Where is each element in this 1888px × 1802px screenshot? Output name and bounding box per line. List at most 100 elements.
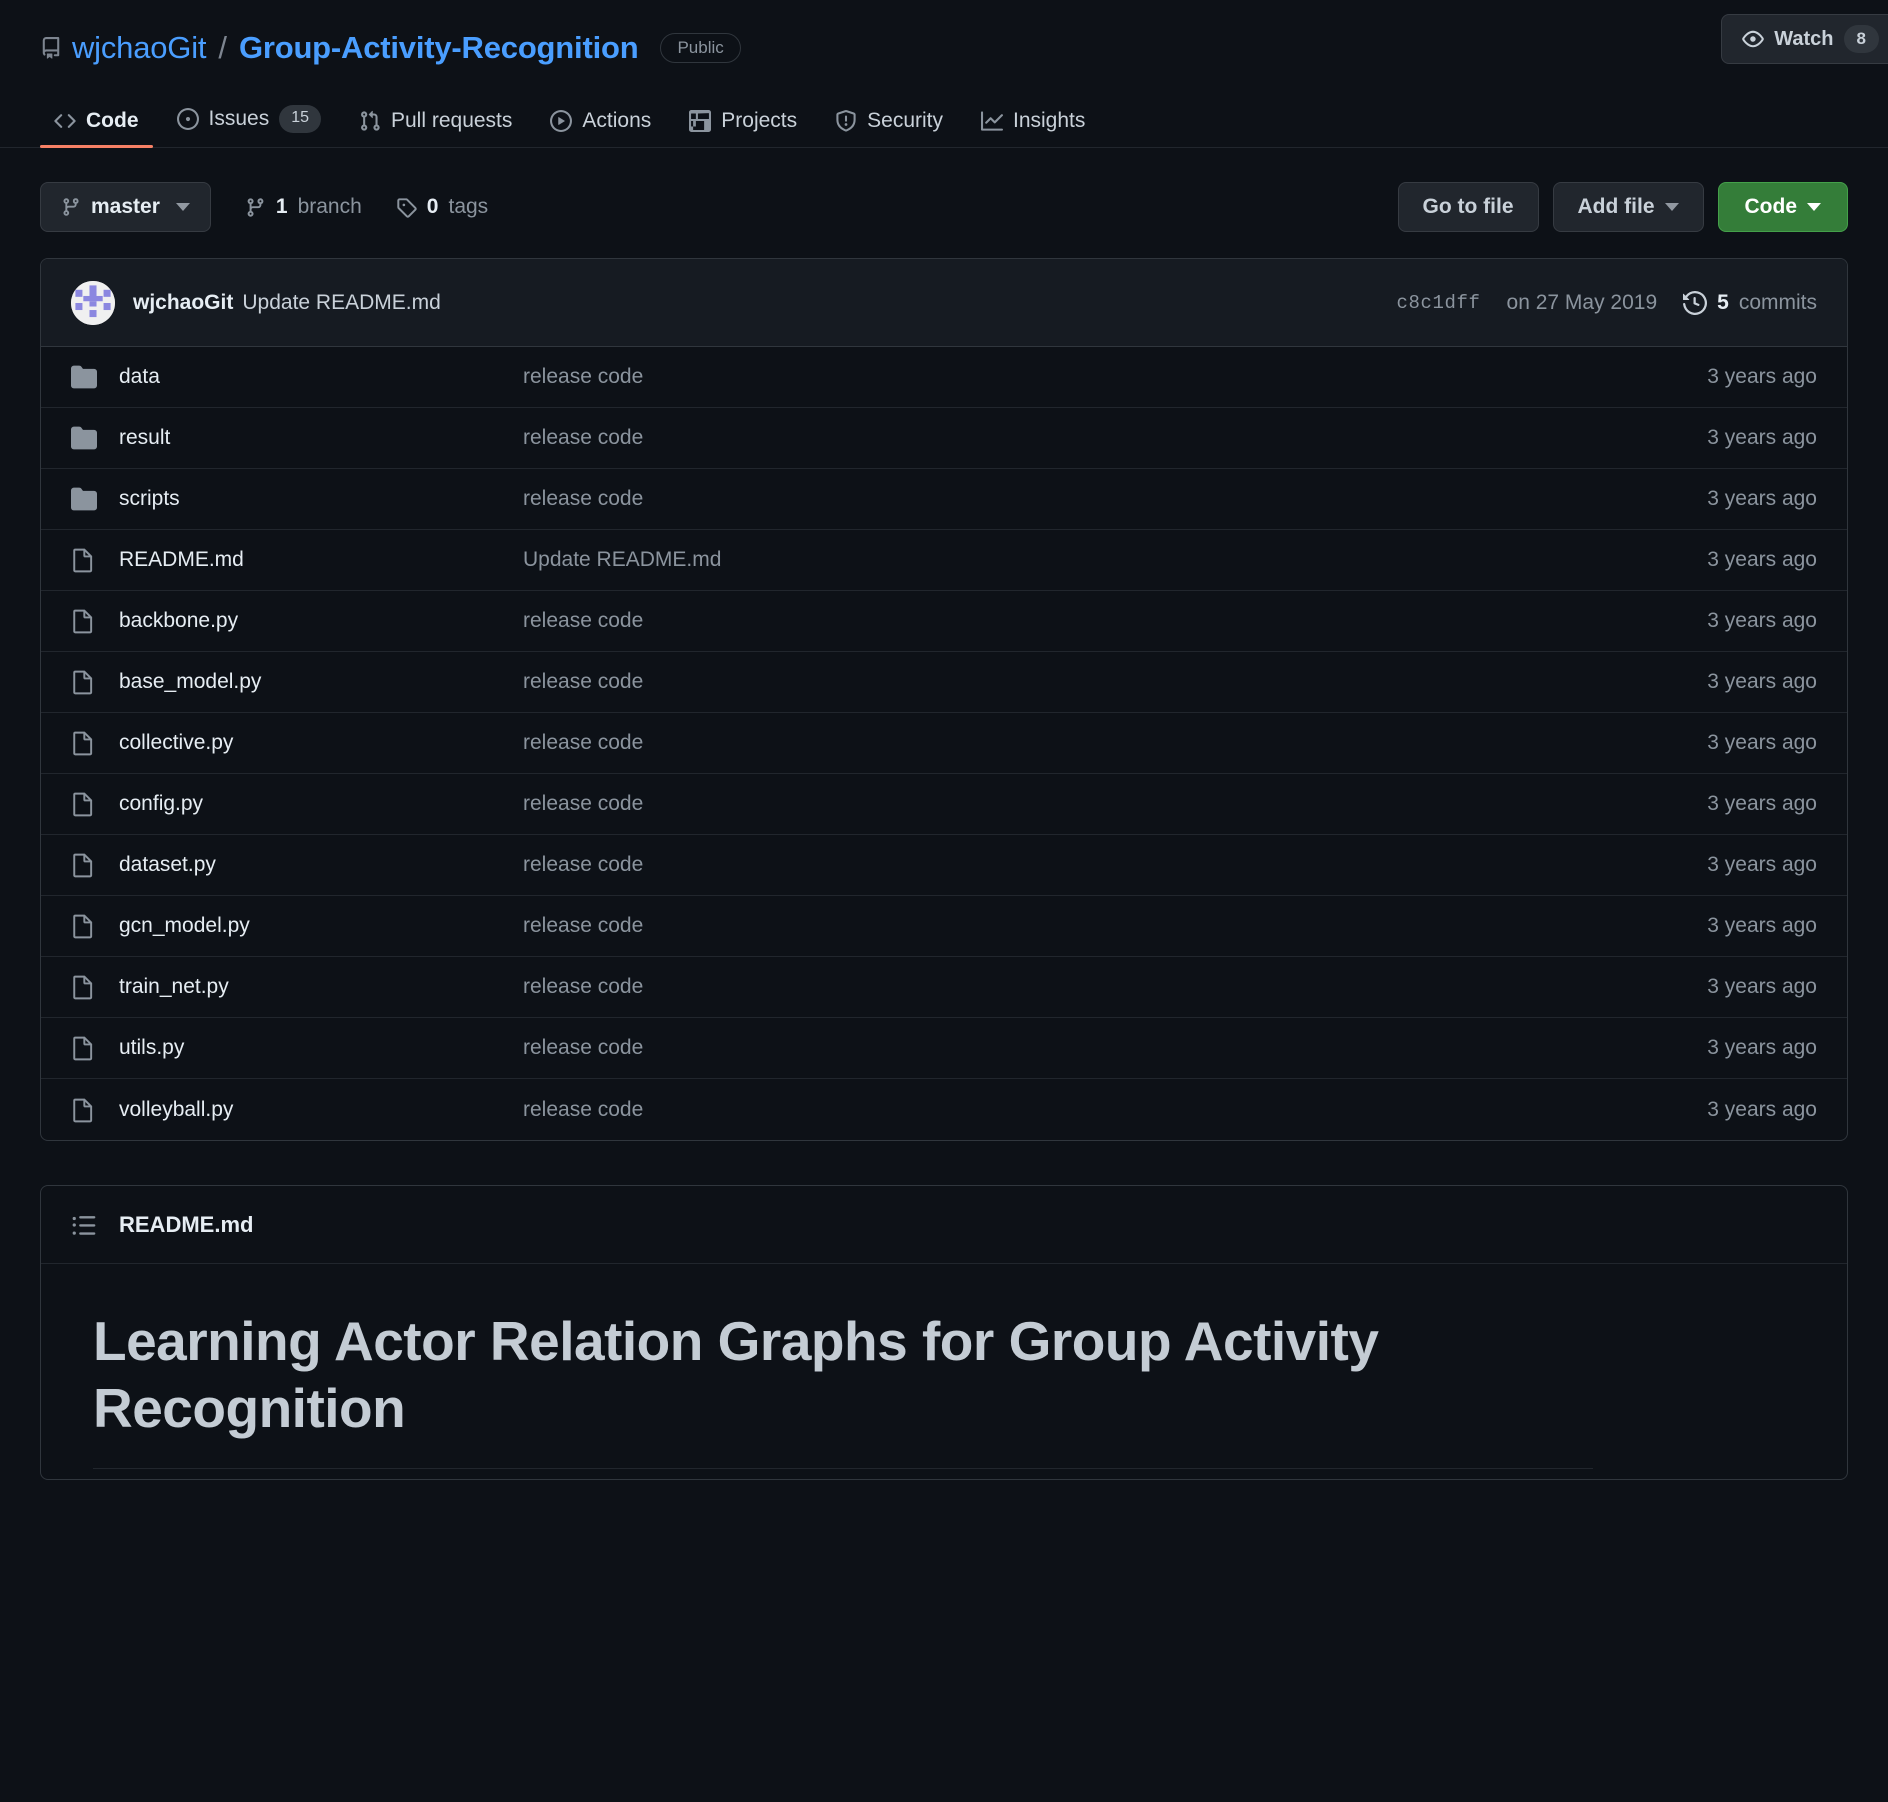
tab-pull-requests[interactable]: Pull requests bbox=[345, 109, 526, 147]
table-row[interactable]: scriptsrelease code3 years ago bbox=[41, 469, 1847, 530]
commit-author[interactable]: wjchaoGit bbox=[133, 291, 233, 315]
tags-label: tags bbox=[448, 195, 488, 219]
commit-message[interactable]: Update README.md bbox=[242, 291, 440, 315]
watch-count: 8 bbox=[1844, 25, 1879, 53]
branches-link[interactable]: 1 branch bbox=[245, 195, 362, 219]
repo-breadcrumb: wjchaoGit / Group-Activity-Recognition P… bbox=[0, 24, 1888, 72]
commit-meta: c8c1dff on 27 May 2019 5 commits bbox=[1397, 291, 1817, 315]
file-commit-message[interactable]: release code bbox=[523, 731, 1707, 755]
file-name-link[interactable]: config.py bbox=[119, 792, 523, 816]
file-commit-message[interactable]: release code bbox=[523, 853, 1707, 877]
file-commit-message[interactable]: release code bbox=[523, 792, 1707, 816]
file-listing-box: wjchaoGit Update README.md c8c1dff on 27… bbox=[40, 258, 1848, 1141]
file-commit-age: 3 years ago bbox=[1707, 792, 1817, 816]
breadcrumb-separator: / bbox=[218, 30, 227, 66]
tab-insights[interactable]: Insights bbox=[967, 109, 1099, 147]
file-icon bbox=[71, 974, 97, 1000]
file-commit-message[interactable]: release code bbox=[523, 1036, 1707, 1060]
watch-label: Watch bbox=[1774, 28, 1833, 51]
tab-code[interactable]: Code bbox=[40, 109, 153, 147]
file-commit-message[interactable]: release code bbox=[523, 426, 1707, 450]
file-name-link[interactable]: dataset.py bbox=[119, 853, 523, 877]
tab-actions-label: Actions bbox=[582, 109, 651, 133]
file-name-link[interactable]: gcn_model.py bbox=[119, 914, 523, 938]
watch-button-wrap: Watch 8 bbox=[1721, 14, 1888, 64]
file-commit-message[interactable]: release code bbox=[523, 609, 1707, 633]
file-commit-message[interactable]: release code bbox=[523, 365, 1707, 389]
tags-link[interactable]: 0 tags bbox=[396, 195, 488, 219]
file-commit-message[interactable]: release code bbox=[523, 487, 1707, 511]
table-row[interactable]: config.pyrelease code3 years ago bbox=[41, 774, 1847, 835]
tab-security[interactable]: Security bbox=[821, 109, 957, 147]
play-icon bbox=[550, 110, 572, 132]
table-row[interactable]: backbone.pyrelease code3 years ago bbox=[41, 591, 1847, 652]
branches-count: 1 bbox=[276, 195, 288, 219]
file-commit-age: 3 years ago bbox=[1707, 1098, 1817, 1122]
table-row[interactable]: resultrelease code3 years ago bbox=[41, 408, 1847, 469]
file-commit-message[interactable]: release code bbox=[523, 670, 1707, 694]
file-commit-age: 3 years ago bbox=[1707, 670, 1817, 694]
watch-button[interactable]: Watch 8 bbox=[1721, 14, 1888, 64]
file-name-link[interactable]: data bbox=[119, 365, 523, 389]
file-commit-message[interactable]: release code bbox=[523, 975, 1707, 999]
add-file-button[interactable]: Add file bbox=[1553, 182, 1704, 232]
code-icon bbox=[54, 110, 76, 132]
table-row[interactable]: base_model.pyrelease code3 years ago bbox=[41, 652, 1847, 713]
file-name-link[interactable]: README.md bbox=[119, 548, 523, 572]
file-name-link[interactable]: volleyball.py bbox=[119, 1098, 523, 1122]
file-rows-container: datarelease code3 years agoresultrelease… bbox=[41, 347, 1847, 1140]
table-row[interactable]: datarelease code3 years ago bbox=[41, 347, 1847, 408]
chevron-down-icon bbox=[1665, 203, 1679, 211]
code-download-button[interactable]: Code bbox=[1718, 182, 1849, 232]
commits-count: 5 bbox=[1717, 291, 1729, 315]
repo-toolbar: master 1 branch 0 tags Go to file Add fi… bbox=[0, 148, 1888, 258]
commits-history-link[interactable]: 5 commits bbox=[1683, 291, 1817, 315]
eye-icon bbox=[1742, 28, 1764, 50]
file-name-link[interactable]: backbone.py bbox=[119, 609, 523, 633]
tab-issues[interactable]: Issues 15 bbox=[163, 105, 336, 147]
code-button-label: Code bbox=[1745, 195, 1798, 219]
file-commit-message[interactable]: Update README.md bbox=[523, 548, 1707, 572]
table-row[interactable]: volleyball.pyrelease code3 years ago bbox=[41, 1079, 1847, 1140]
file-name-link[interactable]: base_model.py bbox=[119, 670, 523, 694]
branch-selector-button[interactable]: master bbox=[40, 182, 211, 232]
file-name-link[interactable]: utils.py bbox=[119, 1036, 523, 1060]
file-name-link[interactable]: scripts bbox=[119, 487, 523, 511]
repo-name-link[interactable]: Group-Activity-Recognition bbox=[239, 30, 639, 66]
identicon-avatar-icon bbox=[71, 281, 115, 325]
latest-commit-bar: wjchaoGit Update README.md c8c1dff on 27… bbox=[41, 259, 1847, 347]
file-commit-message[interactable]: release code bbox=[523, 1098, 1707, 1122]
tag-icon bbox=[396, 197, 417, 218]
tab-pull-requests-label: Pull requests bbox=[391, 109, 512, 133]
tab-actions[interactable]: Actions bbox=[536, 109, 665, 147]
file-name-link[interactable]: collective.py bbox=[119, 731, 523, 755]
folder-icon bbox=[71, 486, 97, 512]
table-row[interactable]: utils.pyrelease code3 years ago bbox=[41, 1018, 1847, 1079]
file-name-link[interactable]: result bbox=[119, 426, 523, 450]
commit-sha[interactable]: c8c1dff bbox=[1397, 292, 1481, 314]
graph-icon bbox=[981, 110, 1003, 132]
file-commit-message[interactable]: release code bbox=[523, 914, 1707, 938]
commits-label: commits bbox=[1739, 291, 1817, 315]
tab-security-label: Security bbox=[867, 109, 943, 133]
repo-owner-link[interactable]: wjchaoGit bbox=[72, 30, 206, 66]
table-row[interactable]: train_net.pyrelease code3 years ago bbox=[41, 957, 1847, 1018]
commit-date: on 27 May 2019 bbox=[1507, 291, 1658, 315]
table-row[interactable]: collective.pyrelease code3 years ago bbox=[41, 713, 1847, 774]
repo-meta-stats: 1 branch 0 tags bbox=[245, 195, 488, 219]
file-commit-age: 3 years ago bbox=[1707, 487, 1817, 511]
file-icon bbox=[71, 547, 97, 573]
file-commit-age: 3 years ago bbox=[1707, 1036, 1817, 1060]
table-row[interactable]: README.mdUpdate README.md3 years ago bbox=[41, 530, 1847, 591]
table-row[interactable]: gcn_model.pyrelease code3 years ago bbox=[41, 896, 1847, 957]
tab-projects-label: Projects bbox=[721, 109, 797, 133]
table-row[interactable]: dataset.pyrelease code3 years ago bbox=[41, 835, 1847, 896]
file-commit-age: 3 years ago bbox=[1707, 426, 1817, 450]
go-to-file-button[interactable]: Go to file bbox=[1398, 182, 1539, 232]
file-icon bbox=[71, 1097, 97, 1123]
list-unordered-icon[interactable] bbox=[71, 1212, 97, 1238]
tab-projects[interactable]: Projects bbox=[675, 109, 811, 147]
repo-nav-tabs: Code Issues 15 Pull requests Actions Pro… bbox=[0, 72, 1888, 148]
file-name-link[interactable]: train_net.py bbox=[119, 975, 523, 999]
folder-icon bbox=[71, 364, 97, 390]
